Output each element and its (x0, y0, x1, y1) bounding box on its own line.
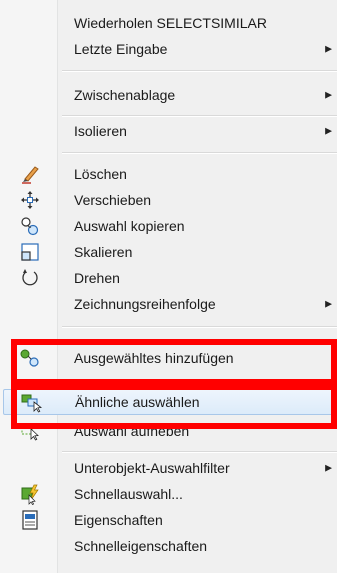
menu-item-add-selected[interactable]: Ausgewähltes hinzufügen (0, 345, 337, 371)
menu-item-isolate[interactable]: Isolieren ▶ (0, 118, 337, 144)
menu-item-select-similar[interactable]: Ähnliche auswählen (3, 389, 336, 415)
menu-item-scale[interactable]: Skalieren (0, 239, 337, 265)
submenu-arrow-icon: ▶ (325, 298, 332, 309)
submenu-arrow-icon: ▶ (325, 125, 332, 136)
submenu-arrow-icon: ▶ (325, 89, 332, 100)
properties-icon (22, 510, 38, 530)
menu-item-label: Zeichnungsreihenfolge (74, 296, 216, 312)
menu-item-label: Löschen (74, 166, 127, 182)
submenu-arrow-icon: ▶ (325, 43, 332, 54)
menu-item-recent-input[interactable]: Letzte Eingabe ▶ (0, 36, 337, 62)
select-similar-icon (21, 394, 42, 413)
context-menu: Wiederholen SELECTSIMILAR Letzte Eingabe… (0, 0, 337, 573)
menu-separator (62, 152, 337, 154)
scale-icon (21, 243, 39, 261)
menu-item-label: Letzte Eingabe (74, 41, 168, 57)
menu-item-draw-order[interactable]: Zeichnungsreihenfolge ▶ (0, 291, 337, 317)
menu-item-label: Unterobjekt-Auswahlfilter (74, 460, 230, 476)
menu-item-repeat-selectsimilar[interactable]: Wiederholen SELECTSIMILAR (0, 10, 337, 36)
menu-item-properties[interactable]: Eigenschaften (0, 507, 337, 533)
menu-item-label: Verschieben (74, 192, 152, 208)
eraser-icon (22, 166, 39, 184)
submenu-arrow-icon: ▶ (325, 462, 332, 473)
menu-item-subobject-filter[interactable]: Unterobjekt-Auswahlfilter ▶ (0, 455, 337, 481)
menu-item-label: Ähnliche auswählen (75, 394, 200, 410)
menu-item-label: Auswahl kopieren (74, 218, 185, 234)
menu-item-rotate[interactable]: Drehen (0, 265, 337, 291)
menu-item-clipboard[interactable]: Zwischenablage ▶ (0, 82, 337, 108)
menu-item-label: Skalieren (74, 244, 133, 260)
menu-separator (62, 70, 337, 72)
menu-item-delete[interactable]: Löschen (0, 161, 337, 187)
menu-item-label: Schnellauswahl... (74, 486, 183, 502)
menu-item-quick-properties[interactable]: Schnelleigenschaften (0, 533, 337, 559)
menu-item-copy-selection[interactable]: Auswahl kopieren (0, 213, 337, 239)
add-selected-icon (20, 349, 39, 367)
deselect-icon (21, 423, 39, 441)
menu-item-deselect[interactable]: Auswahl aufheben (0, 418, 337, 444)
quick-select-icon (21, 484, 39, 505)
copy-selection-icon (21, 217, 39, 236)
menu-item-label: Schnelleigenschaften (74, 538, 208, 554)
menu-item-label: Wiederholen SELECTSIMILAR (74, 15, 267, 31)
menu-separator (62, 451, 337, 453)
menu-item-label: Eigenschaften (74, 512, 163, 528)
menu-separator (62, 115, 337, 117)
move-icon (21, 191, 39, 209)
menu-item-quick-select[interactable]: Schnellauswahl... (0, 481, 337, 507)
menu-separator (62, 326, 337, 328)
menu-item-label: Ausgewähltes hinzufügen (74, 350, 234, 366)
menu-item-label: Isolieren (74, 123, 127, 139)
menu-item-move[interactable]: Verschieben (0, 187, 337, 213)
rotate-icon (22, 269, 38, 286)
menu-item-label: Auswahl aufheben (74, 423, 190, 439)
menu-item-label: Drehen (74, 270, 120, 286)
menu-item-label: Zwischenablage (74, 87, 176, 103)
